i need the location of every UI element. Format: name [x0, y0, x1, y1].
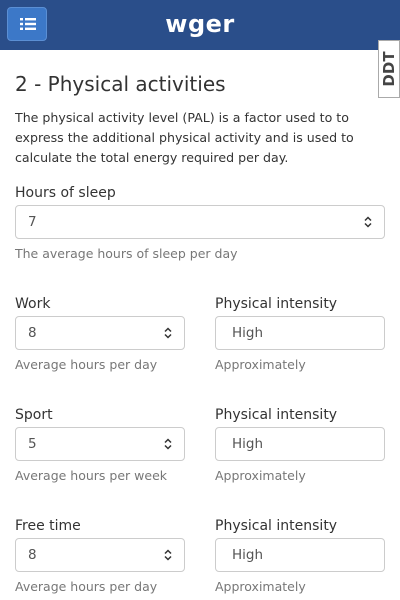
work-intensity-label: Physical intensity — [215, 296, 338, 312]
work-intensity-help: Approximately — [215, 357, 306, 372]
updown-chevron-icon[interactable] — [164, 549, 172, 561]
ddt-badge: DDT — [378, 40, 400, 98]
navbar: wger — [0, 0, 400, 50]
page-title: 2 - Physical activities — [15, 72, 226, 96]
intro-text: The physical activity level (PAL) is a f… — [15, 110, 354, 165]
work-help: Average hours per day — [15, 357, 158, 372]
sleep-help: The average hours of sleep per day — [15, 246, 238, 261]
work-label: Work — [15, 296, 51, 312]
sport-hours-input[interactable]: 5 — [15, 427, 185, 461]
work-intensity-value: High — [232, 325, 264, 341]
updown-chevron-icon[interactable] — [164, 438, 172, 450]
sport-intensity-label: Physical intensity — [215, 407, 338, 423]
list-icon — [20, 18, 36, 30]
sport-intensity-value: High — [232, 436, 264, 452]
freetime-intensity-label: Physical intensity — [215, 518, 338, 534]
updown-chevron-icon[interactable] — [364, 216, 372, 228]
menu-toggle-button[interactable] — [7, 7, 47, 41]
sport-intensity-help: Approximately — [215, 468, 306, 483]
sleep-value: 7 — [28, 214, 37, 230]
work-hours-input[interactable]: 8 — [15, 316, 185, 350]
freetime-help: Average hours per day — [15, 579, 158, 594]
freetime-label: Free time — [15, 518, 81, 534]
ddt-badge-text: DDT — [380, 51, 398, 87]
work-intensity-input[interactable]: High — [215, 316, 385, 350]
sleep-label: Hours of sleep — [15, 185, 116, 201]
freetime-intensity-help: Approximately — [215, 579, 306, 594]
sleep-input[interactable]: 7 — [15, 205, 385, 239]
freetime-intensity-input[interactable]: High — [215, 538, 385, 572]
sport-help: Average hours per week — [15, 468, 168, 483]
freetime-hours-input[interactable]: 8 — [15, 538, 185, 572]
sport-label: Sport — [15, 407, 53, 423]
updown-chevron-icon[interactable] — [164, 327, 172, 339]
freetime-intensity-value: High — [232, 547, 264, 563]
sport-intensity-input[interactable]: High — [215, 427, 385, 461]
sport-hours-value: 5 — [28, 436, 37, 452]
brand-title: wger — [165, 10, 235, 38]
freetime-hours-value: 8 — [28, 547, 37, 563]
work-hours-value: 8 — [28, 325, 37, 341]
